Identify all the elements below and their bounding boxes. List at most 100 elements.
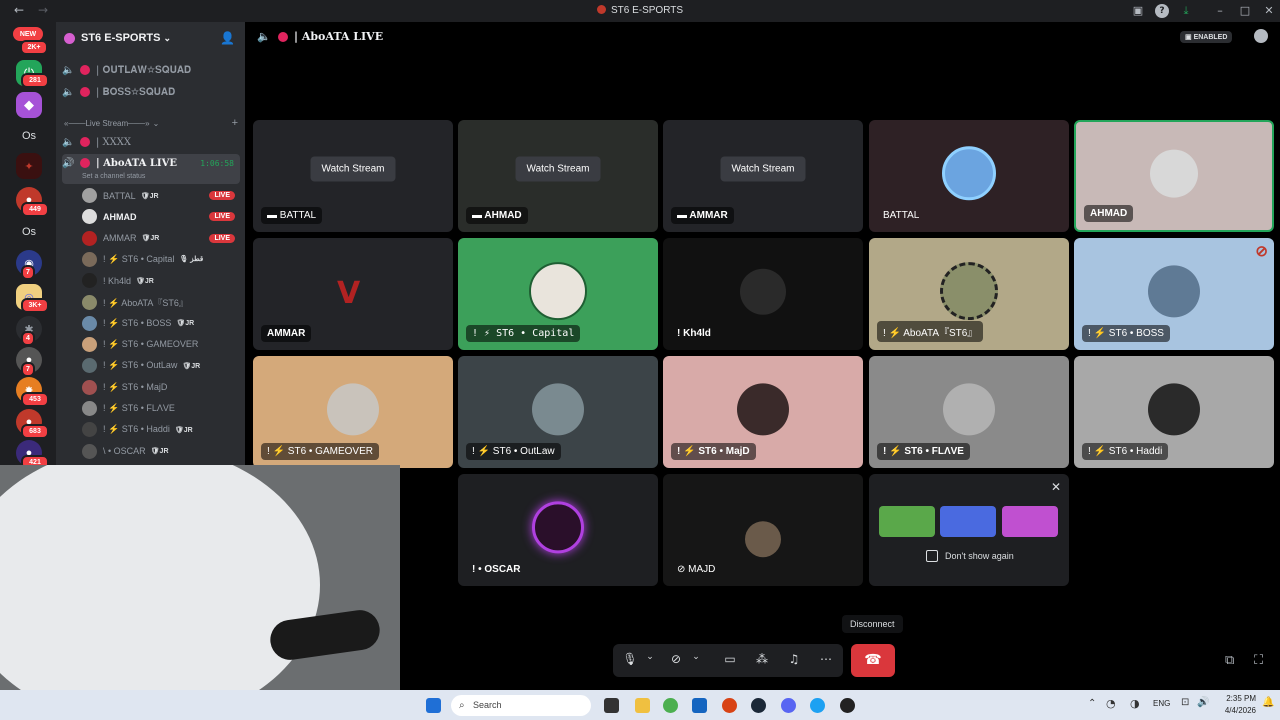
member-name: ! ⚡ AboATA『ST6』 [103,297,188,308]
video-tile[interactable]: Watch Stream ▬ BATTAL [253,120,453,232]
activity-game-icon[interactable] [1002,506,1058,537]
video-tile[interactable]: ! Kh4ld [663,238,863,350]
windows-start-icon[interactable] [426,698,441,713]
discord-icon[interactable] [781,698,796,713]
more-options-icon[interactable]: ⋯ [817,652,835,666]
guild-header[interactable]: ST6 E-SPORTS ⌄ 👤 [56,22,245,54]
network-icon[interactable]: ⊡ [1181,697,1189,708]
voice-member[interactable]: ! ⚡ ST6 • OutLaw 🛡JR [82,356,238,375]
camera-off-icon[interactable]: ⊘ [667,652,685,666]
video-tile[interactable]: ! ⚡ ST6 • Capital [458,238,658,350]
microphone-icon[interactable]: 🎙 [621,652,639,666]
tray-icon[interactable]: ◑ [1130,697,1140,710]
video-tile[interactable]: ⊘ ! ⚡ ST6 • BOSS [1074,238,1274,350]
video-tile[interactable]: Watch Stream ▬ AMMAR [663,120,863,232]
voice-stage: 🔈 | AboATA LIVE ▣ ENABLED Watch Stream ▬… [245,22,1280,690]
app-blue-icon[interactable] [810,698,825,713]
voice-member[interactable]: AMMAR 🛡JR LIVE [82,229,238,248]
help-icon[interactable]: ? [1155,4,1169,18]
disconnect-button[interactable]: ☎ [851,644,895,677]
voice-member[interactable]: ! ⚡ ST6 • Capital 🎙 قطز [82,250,238,269]
voice-member[interactable]: BATTAL 🛡JR LIVE [82,186,238,205]
inbox-icon[interactable]: ▣ [1131,4,1145,18]
chevron-down-icon[interactable]: ⌄ [641,652,659,662]
video-tile[interactable]: ! • OSCAR [458,474,658,586]
voice-member[interactable]: \ • OSCAR 🛡JR [82,442,238,461]
taskbar-search[interactable]: ⌕ Search [451,695,591,716]
chrome-icon[interactable] [663,698,678,713]
dont-show-checkbox[interactable] [926,550,938,562]
server-os[interactable]: Os [16,123,42,149]
watch-stream-button[interactable]: Watch Stream [720,156,806,182]
server-os-2[interactable]: Os [16,219,42,245]
video-tile[interactable]: BATTAL [869,120,1069,232]
app-icon[interactable] [692,698,707,713]
add-channel-icon[interactable]: + [232,117,238,129]
fullscreen-icon[interactable]: ⛶ [1254,653,1263,668]
voice-member[interactable]: ! Kh4ld 🛡JR [82,271,238,290]
add-member-icon[interactable]: 👤 [220,31,235,45]
new-badge[interactable]: NEW [13,27,43,41]
video-tile[interactable]: ! ⚡ ST6 • MajD [663,356,863,468]
video-tile[interactable]: ! ⚡ ST6 • OutLaw [458,356,658,468]
user-avatar [1148,265,1200,318]
share-screen-icon[interactable]: ▭ [721,652,739,666]
speaker-icon: 🔈 [257,30,271,43]
status-dot-icon [80,158,90,168]
close-icon[interactable]: ✕ [1262,4,1276,18]
user-avatar [1150,149,1198,198]
activities-icon[interactable]: ⁂ [753,652,771,666]
chevron-up-icon[interactable]: ⌃ [1088,698,1096,709]
activity-sketch-icon[interactable] [940,506,996,537]
chevron-down-icon[interactable]: ⌄ [687,652,705,662]
maximize-icon[interactable]: □ [1238,4,1252,18]
channel-status-link[interactable]: Set a channel status [82,173,145,180]
chat-bubble-icon[interactable] [1254,29,1268,43]
voice-member[interactable]: ! ⚡ ST6 • FLΛVE [82,399,238,418]
video-tile[interactable]: V AMMAR [253,238,453,350]
tray-icon[interactable]: ◔ [1106,697,1116,710]
title-bar: ← → ST6 E-SPORTS ▣ ? ⤓ – □ ✕ [0,0,1280,22]
server-gem-icon[interactable]: ◆ [16,92,42,118]
server-badge: 4 [21,331,35,346]
voice-channel-xxxx[interactable]: 🔈 | XXXX [62,132,240,152]
taskbar-clock[interactable]: 2:35 PM 4/4/2026 [1216,693,1256,717]
minimize-icon[interactable]: – [1213,4,1227,18]
app-red-icon[interactable] [722,698,737,713]
server-st6-icon[interactable]: ✦ [16,153,42,179]
watch-stream-button[interactable]: Watch Stream [310,156,396,182]
soundboard-icon[interactable]: ♫ [785,652,803,666]
video-tile[interactable]: Watch Stream ▬ AHMAD [458,120,658,232]
notification-icon[interactable]: 🔔 [1262,697,1274,708]
enabled-badge[interactable]: ▣ ENABLED [1180,31,1233,43]
voice-member[interactable]: ! ⚡ ST6 • BOSS 🛡JR [82,314,238,333]
video-tile-speaking[interactable]: AHMAD [1074,120,1274,232]
taskview-icon[interactable] [604,698,619,713]
video-tile[interactable]: ! ⚡ ST6 • FLΛVE [869,356,1069,468]
voice-channel-aboata-live[interactable]: 🔊 | AboATA LIVE 1:06:58 Set a channel sta… [62,154,240,184]
video-tile[interactable]: ⊘ MAJD [663,474,863,586]
video-tile[interactable]: ! ⚡ ST6 • GAMEOVER [253,356,453,468]
explorer-icon[interactable] [635,698,650,713]
voice-member[interactable]: AHMAD LIVE [82,207,238,226]
category-live-stream[interactable]: «───Live Stream───» ⌄ + [64,113,242,133]
voice-channel-boss-squad[interactable]: 🔈 | 𝐁𝐎𝐒𝐒☆𝐒𝐐𝐔𝐀𝐃 [62,82,240,102]
popout-icon[interactable]: ⧉ [1225,653,1234,668]
app-dark-icon[interactable] [840,698,855,713]
close-icon[interactable]: ✕ [1051,480,1061,494]
tile-name: ! ⚡ ST6 • MajD [671,443,756,460]
watch-stream-button[interactable]: Watch Stream [515,156,601,182]
volume-icon[interactable]: 🔊 [1197,697,1209,708]
user-avatar [745,521,781,558]
video-tile[interactable]: ! ⚡ AboATA『ST6』 [869,238,1069,350]
voice-member[interactable]: ! ⚡ ST6 • GAMEOVER [82,335,238,354]
activity-chess-icon[interactable] [879,506,935,537]
language-indicator[interactable]: ENG [1153,699,1170,708]
steam-icon[interactable] [751,698,766,713]
voice-member[interactable]: ! ⚡ AboATA『ST6』 [82,293,238,312]
voice-member[interactable]: ! ⚡ ST6 • MajD [82,378,238,397]
download-icon[interactable]: ⤓ [1179,4,1193,18]
voice-member[interactable]: ! ⚡ ST6 • Haddi 🛡JR [82,420,238,439]
video-tile[interactable]: ! ⚡ ST6 • Haddi [1074,356,1274,468]
voice-channel-outlaw-squad[interactable]: 🔈 | 𝐎𝐔𝐓𝐋𝐀𝐖☆𝐒𝐐𝐔𝐀𝐃 [62,60,240,80]
